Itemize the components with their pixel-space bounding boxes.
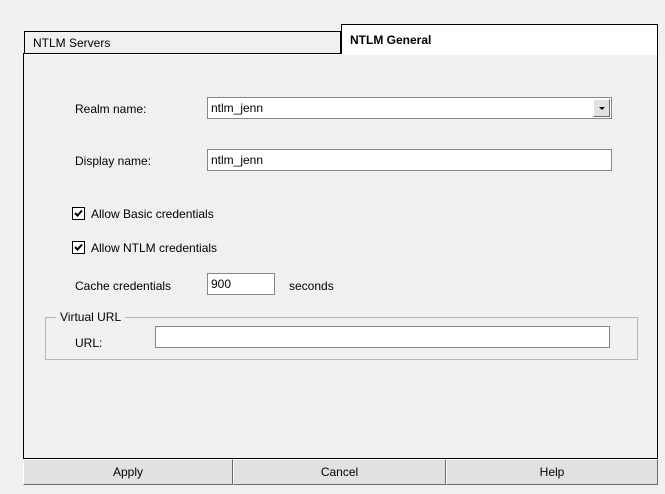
display-name-input[interactable] [207, 149, 612, 171]
allow-ntlm-checkbox[interactable] [72, 241, 85, 254]
tab-ntlm-general[interactable]: NTLM General [341, 24, 658, 54]
allow-ntlm-label: Allow NTLM credentials [91, 241, 218, 255]
display-name-label: Display name: [75, 154, 152, 168]
chevron-down-icon[interactable] [593, 99, 610, 117]
checkmark-icon [74, 243, 83, 251]
button-bar: Apply Cancel Help [23, 458, 658, 485]
checkmark-icon [74, 209, 83, 217]
allow-basic-checkbox[interactable] [72, 207, 85, 220]
tab-panel: Realm name: ntlm_jenn Display name: Allo… [23, 53, 658, 458]
realm-name-select[interactable]: ntlm_jenn [207, 97, 612, 119]
cache-unit-label: seconds [289, 279, 334, 293]
virtual-url-legend: Virtual URL [60, 310, 122, 324]
help-button[interactable]: Help [446, 459, 658, 485]
url-label: URL: [75, 336, 103, 350]
apply-button[interactable]: Apply [23, 459, 233, 485]
cache-credentials-label: Cache credentials [75, 279, 172, 293]
tab-label: NTLM General [350, 32, 432, 47]
cancel-button[interactable]: Cancel [233, 459, 446, 485]
allow-basic-label: Allow Basic credentials [91, 207, 214, 221]
cache-credentials-input[interactable] [207, 273, 275, 295]
realm-name-label: Realm name: [75, 102, 147, 116]
realm-name-value: ntlm_jenn [211, 101, 264, 115]
url-input[interactable] [155, 326, 610, 348]
tab-ntlm-servers[interactable]: NTLM Servers [24, 31, 341, 53]
tab-label: NTLM Servers [33, 35, 111, 50]
